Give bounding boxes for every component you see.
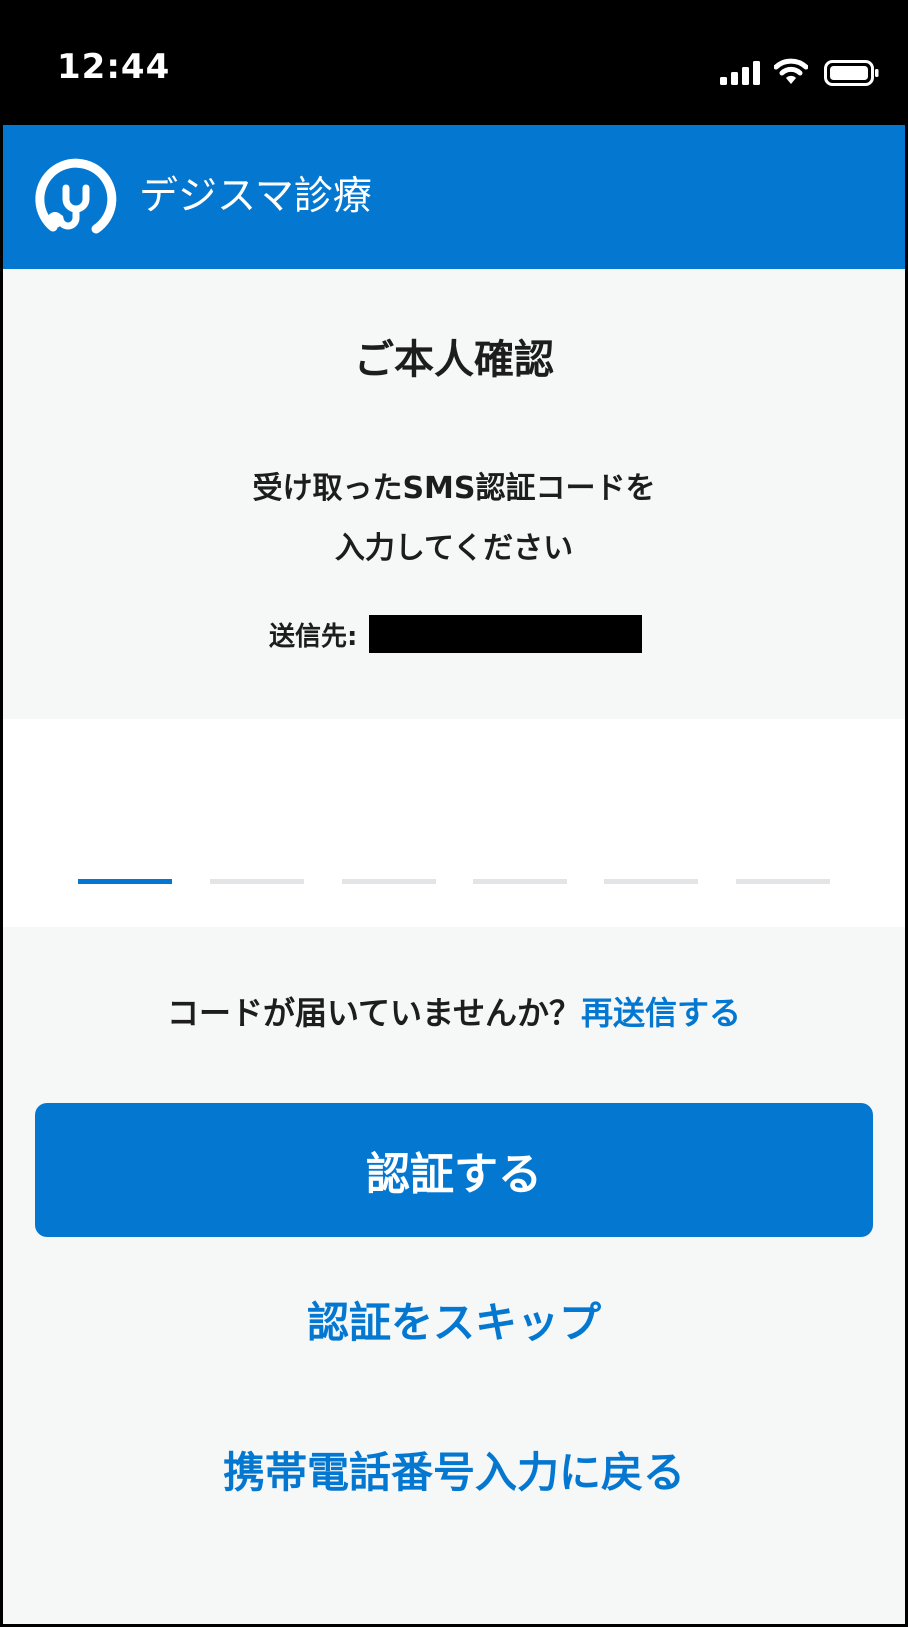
code-digit-slot-4[interactable] bbox=[473, 879, 567, 884]
phone-frame: 12:44 デジスマ診療 ご本人確認 受け取ったSMS認証コードを 入力してくだ… bbox=[0, 0, 908, 1627]
send-to-label: 送信先: bbox=[269, 621, 358, 652]
stethoscope-logo-icon bbox=[35, 158, 117, 234]
signal-icon bbox=[720, 61, 760, 85]
back-to-phone-input-link[interactable]: 携帯電話番号入力に戻る bbox=[3, 1445, 905, 1501]
skip-verification-link[interactable]: 認証をスキップ bbox=[3, 1295, 905, 1351]
app-title: デジスマ診療 bbox=[139, 174, 372, 219]
verify-button[interactable]: 認証する bbox=[35, 1103, 873, 1237]
code-digit-slot-1[interactable] bbox=[78, 879, 172, 884]
battery-icon bbox=[824, 60, 879, 86]
resend-link[interactable]: 再送信する bbox=[581, 994, 741, 1032]
code-digit-slot-5[interactable] bbox=[604, 879, 698, 884]
code-digit-slot-6[interactable] bbox=[736, 879, 830, 884]
wifi-icon bbox=[774, 58, 808, 84]
code-digit-slot-2[interactable] bbox=[210, 879, 304, 884]
code-digit-slot-3[interactable] bbox=[342, 879, 436, 884]
app-header: デジスマ診療 bbox=[3, 125, 905, 269]
resend-row: コードが届いていませんか？再送信する bbox=[3, 988, 905, 1038]
instruction-text: 受け取ったSMS認証コードを 入力してください bbox=[3, 459, 905, 579]
send-to-row: 送信先: bbox=[269, 614, 643, 654]
redacted-phone-number bbox=[369, 615, 643, 653]
status-bar: 12:44 bbox=[3, 3, 905, 125]
instruction-line-1: 受け取ったSMS認証コードを bbox=[252, 471, 656, 506]
page-title: ご本人確認 bbox=[354, 337, 554, 383]
instruction-line-2: 入力してください bbox=[334, 531, 574, 566]
code-input-panel[interactable] bbox=[3, 719, 905, 927]
resend-question: コードが届いていませんか？ bbox=[166, 994, 582, 1032]
status-time: 12:44 bbox=[57, 47, 171, 87]
